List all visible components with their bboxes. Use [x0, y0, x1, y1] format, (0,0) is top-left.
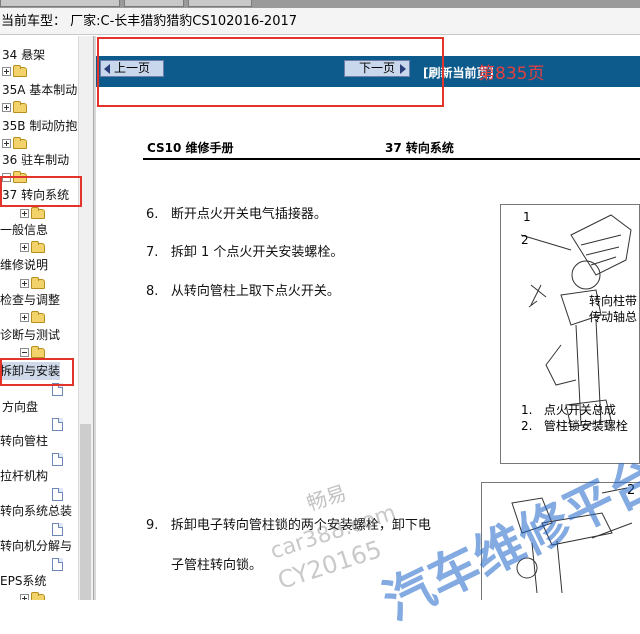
expand-icon[interactable]	[2, 103, 11, 112]
page-icon	[52, 558, 63, 571]
tree-page-row[interactable]	[52, 520, 63, 538]
tree-item-tie-rod[interactable]: 拉杆机构	[0, 467, 48, 485]
window-tab[interactable]	[188, 0, 252, 7]
tree-page-row[interactable]	[52, 415, 63, 433]
tree-folder-row[interactable]	[2, 62, 27, 80]
annotation-box-section-37	[0, 176, 82, 207]
window-tab[interactable]	[124, 0, 184, 7]
tree-page-row[interactable]	[52, 485, 63, 503]
expand-icon[interactable]	[2, 139, 11, 148]
page-icon	[52, 523, 63, 536]
tree-item-36[interactable]: 36 驻车制动	[2, 151, 69, 169]
expand-icon[interactable]	[20, 279, 29, 288]
window-tab[interactable]	[0, 0, 120, 7]
callout-2b: 2	[627, 483, 636, 498]
ignition-switch-figure: 1 2 转向柱带 传动轴总 1. 点火开关总成 2. 管柱锁安装螺栓	[500, 204, 640, 464]
tree-folder-row[interactable]	[2, 98, 27, 116]
tree-folder-row[interactable]	[20, 274, 45, 292]
tree-item-label: 一般信息	[0, 223, 49, 237]
header-rule	[143, 158, 640, 160]
legend-1: 1. 点火开关总成	[521, 403, 616, 417]
tree-folder-row[interactable]	[20, 589, 45, 600]
tree-page-row[interactable]	[52, 555, 63, 573]
step-8: 8. 从转向管柱上取下点火开关。	[146, 284, 340, 299]
tree-folder-row[interactable]	[20, 238, 45, 256]
side-label-1: 转向柱带	[589, 294, 638, 308]
manual-title: CS10 维修手册	[147, 141, 234, 155]
step-9: 9. 拆卸电子转向管柱锁的两个安装螺栓，卸下电	[146, 518, 431, 533]
tree-item-label: 检查与调整	[0, 293, 61, 307]
expand-icon[interactable]	[20, 594, 29, 600]
legend-2: 2. 管柱锁安装螺栓	[521, 419, 628, 433]
tree-item-label: 34 悬架	[2, 48, 46, 62]
folder-icon	[31, 345, 45, 358]
tree-item-steering-wheel[interactable]: 方向盘	[2, 398, 38, 416]
tree-item-steering-gear[interactable]: 转向机分解与	[0, 537, 72, 555]
expand-icon[interactable]	[20, 243, 29, 252]
callout-2: 2	[521, 233, 529, 247]
folder-icon	[31, 276, 45, 289]
current-model-bar: 当前车型： 厂家:C-长丰猎豹猎豹CS102016-2017	[0, 8, 640, 35]
tree-item-eps[interactable]: EPS系统	[0, 572, 46, 590]
section-title: 37 转向系统	[385, 141, 454, 155]
folder-icon	[31, 591, 45, 600]
tree-item-label: 36 驻车制动	[2, 153, 70, 167]
tree-item-label: 35A 基本制动	[2, 83, 78, 97]
tree-item-inspection[interactable]: 检查与调整	[0, 291, 60, 309]
collapse-icon[interactable]	[20, 348, 29, 357]
tree-item-label: 转向机分解与	[0, 539, 73, 553]
folder-icon	[31, 310, 45, 323]
tree-item-label: 转向系统总装	[0, 504, 73, 518]
tree-item-general-info[interactable]: 一般信息	[0, 221, 48, 239]
tree-item-service-notes[interactable]: 维修说明	[0, 256, 48, 274]
current-model-text: 当前车型： 厂家:C-长丰猎豹猎豹CS102016-2017	[1, 14, 298, 29]
column-lock-figure: 2	[481, 482, 640, 600]
folder-icon	[31, 206, 45, 219]
page-icon	[52, 453, 63, 466]
tree-item-diagnosis[interactable]: 诊断与测试	[0, 326, 60, 344]
document-view: CS10 维修手册 37 转向系统 6. 断开点火开关电气插接器。 7. 拆卸 …	[96, 87, 640, 600]
tree-item-label: 转向管柱	[0, 434, 49, 448]
step-7: 7. 拆卸 1 个点火开关安装螺栓。	[146, 245, 344, 260]
column-lock-drawing	[511, 487, 633, 594]
tree-item-label: 拉杆机构	[0, 469, 49, 483]
page-icon	[52, 488, 63, 501]
expand-icon[interactable]	[2, 67, 11, 76]
tree-item-label: 方向盘	[2, 400, 39, 414]
tree-item-35a[interactable]: 35A 基本制动	[2, 81, 77, 99]
tree-item-steering-column[interactable]: 转向管柱	[0, 432, 48, 450]
side-label-2: 传动轴总	[589, 310, 638, 324]
callout-1: 1	[523, 210, 531, 224]
tree-folder-row[interactable]	[20, 308, 45, 326]
folder-icon	[13, 136, 27, 149]
tree-page-row[interactable]	[52, 450, 63, 468]
tree-item-steering-assembly[interactable]: 转向系统总装	[0, 502, 72, 520]
page-icon	[52, 418, 63, 431]
expand-icon[interactable]	[20, 209, 29, 218]
folder-icon	[31, 240, 45, 253]
window-tab-strip	[0, 0, 640, 8]
annotation-box-removal	[0, 358, 74, 386]
page-number: 第835页	[478, 64, 545, 84]
tree-item-35b[interactable]: 35B 制动防抱	[2, 117, 77, 135]
step-9-continued: 子管柱转向锁。	[171, 558, 263, 573]
expand-icon[interactable]	[20, 313, 29, 322]
tree-item-label: EPS系统	[0, 574, 47, 588]
folder-icon	[13, 100, 27, 113]
tree-item-label: 35B 制动防抱	[2, 119, 78, 133]
tree-folder-row[interactable]	[2, 134, 27, 152]
step-6: 6. 断开点火开关电气插接器。	[146, 207, 327, 222]
folder-icon	[13, 64, 27, 77]
tree-item-label: 维修说明	[0, 258, 49, 272]
annotation-box-toolbar	[97, 37, 444, 107]
sidebar-scrollbar-thumb[interactable]	[80, 424, 91, 600]
tree-item-label: 诊断与测试	[0, 328, 61, 342]
